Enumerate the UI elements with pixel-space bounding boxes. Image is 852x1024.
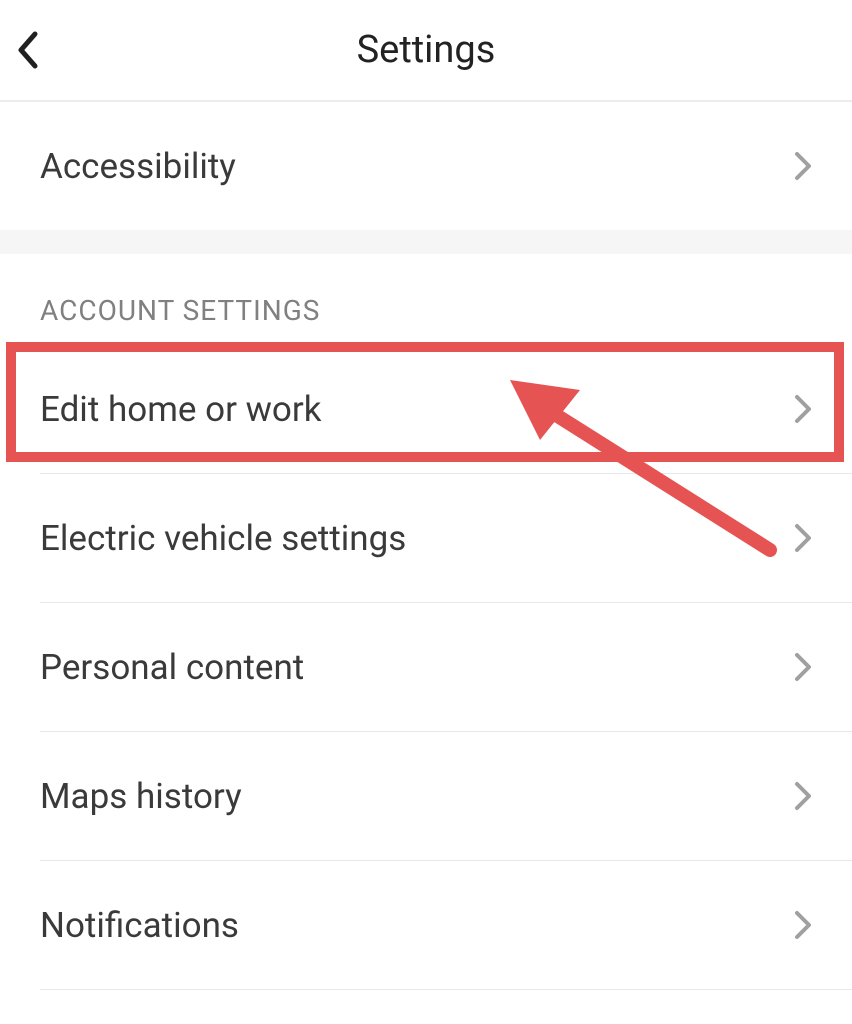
row-label: Personal content bbox=[40, 647, 304, 688]
row-label: Maps history bbox=[40, 776, 242, 817]
page-title: Settings bbox=[0, 28, 852, 72]
row-label: Edit home or work bbox=[40, 389, 322, 430]
row-label: Electric vehicle settings bbox=[40, 518, 406, 559]
divider bbox=[40, 989, 852, 990]
chevron-right-icon bbox=[794, 394, 812, 424]
row-label: Notifications bbox=[40, 905, 239, 946]
section-gap bbox=[0, 230, 852, 254]
chevron-right-icon bbox=[794, 523, 812, 553]
settings-row-notifications[interactable]: Notifications bbox=[0, 861, 852, 989]
chevron-right-icon bbox=[794, 151, 812, 181]
account-settings-heading: ACCOUNT SETTINGS bbox=[0, 254, 852, 345]
chevron-right-icon bbox=[794, 652, 812, 682]
row-label: Accessibility bbox=[40, 146, 236, 187]
chevron-right-icon bbox=[794, 910, 812, 940]
settings-row-maps-history[interactable]: Maps history bbox=[0, 732, 852, 860]
settings-row-electric-vehicle[interactable]: Electric vehicle settings bbox=[0, 474, 852, 602]
settings-row-personal-content[interactable]: Personal content bbox=[0, 603, 852, 731]
header-bar: Settings bbox=[0, 0, 852, 102]
settings-row-edit-home-or-work[interactable]: Edit home or work bbox=[0, 345, 852, 473]
chevron-right-icon bbox=[794, 781, 812, 811]
settings-row-accessibility[interactable]: Accessibility bbox=[0, 102, 852, 230]
